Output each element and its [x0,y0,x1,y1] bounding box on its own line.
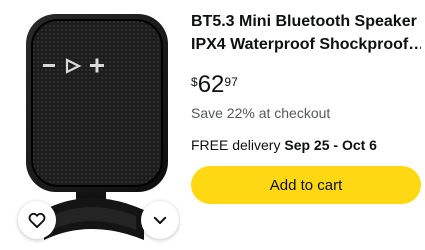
more-options-button[interactable] [141,201,179,239]
add-to-cart-button[interactable]: Add to cart [191,166,421,204]
price: $ 62 97 [191,72,421,98]
savings-text: Save 22% at checkout [191,105,331,121]
product-title[interactable]: BT5.3 Mini Bluetooth Speaker IPX4 Waterp… [191,10,421,56]
delivery-info: FREE delivery Sep 25 - Oct 6 [191,136,421,154]
price-whole: 62 [197,71,225,98]
favorite-button[interactable] [18,201,56,239]
price-fraction: 97 [224,75,238,89]
delivery-label: FREE delivery [191,137,281,153]
product-title-line-1: BT5.3 Mini Bluetooth Speaker [191,13,417,30]
product-title-line-2: IPX4 Waterproof Shockproof… [191,36,421,53]
product-info: BT5.3 Mini Bluetooth Speaker IPX4 Waterp… [191,10,421,154]
product-image-pane[interactable] [4,4,180,246]
heart-icon [28,212,46,228]
delivery-dates: Sep 25 - Oct 6 [284,137,377,153]
price-currency-symbol: $ [191,75,198,89]
chevron-down-icon [153,216,167,224]
product-card[interactable]: BT5.3 Mini Bluetooth Speaker IPX4 Waterp… [0,0,425,250]
